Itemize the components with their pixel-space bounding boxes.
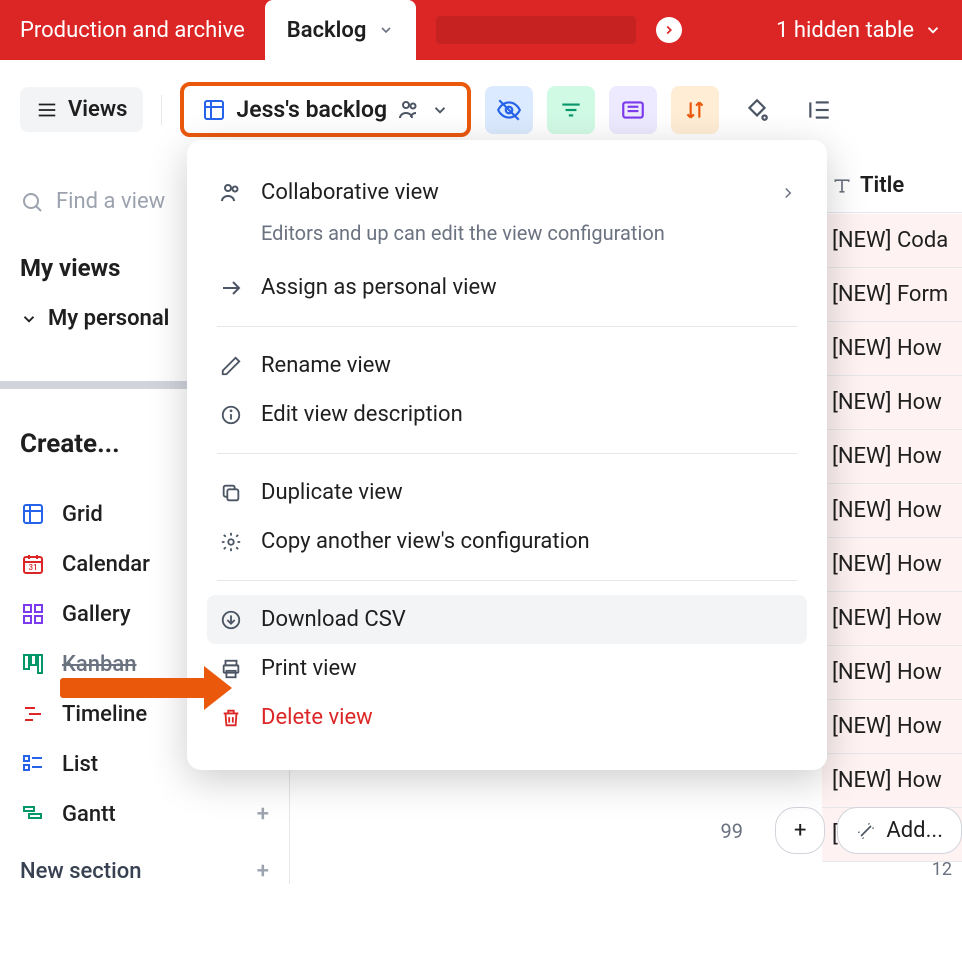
tab-backlog[interactable]: Backlog <box>265 0 417 60</box>
new-section-button[interactable]: New section+ <box>20 859 269 884</box>
gantt-icon <box>20 801 46 827</box>
view-options-menu: Collaborative view Editors and up can ed… <box>187 140 827 770</box>
table-row[interactable]: [NEW] How <box>822 754 962 808</box>
divider <box>217 453 797 454</box>
search-icon <box>20 190 44 214</box>
create-gantt[interactable]: Gantt+ <box>20 789 269 839</box>
timeline-icon <box>20 701 46 727</box>
filter-button[interactable] <box>547 86 595 134</box>
wand-icon <box>856 821 876 841</box>
calendar-icon: 31 <box>20 551 46 577</box>
people-icon <box>397 98 421 122</box>
text-icon <box>832 176 852 196</box>
menu-assign-personal[interactable]: Assign as personal view <box>207 263 807 312</box>
svg-text:31: 31 <box>28 563 37 572</box>
table-row[interactable]: [NEW] How <box>822 646 962 700</box>
divider <box>161 95 162 125</box>
row-height-icon <box>806 97 832 123</box>
table-row[interactable]: [NEW] How <box>822 430 962 484</box>
plus-icon: + <box>257 859 269 884</box>
add-row-button[interactable]: + <box>775 807 825 854</box>
menu-subtitle: Editors and up can edit the view configu… <box>261 221 807 245</box>
grid-icon <box>20 501 46 527</box>
gear-icon <box>217 531 245 553</box>
copy-icon <box>217 482 245 504</box>
info-icon <box>217 404 245 426</box>
sort-button[interactable] <box>671 86 719 134</box>
redacted-area <box>436 16 636 44</box>
menu-print-view[interactable]: Print view <box>207 644 807 693</box>
grid-icon <box>202 98 226 122</box>
color-button[interactable] <box>733 86 781 134</box>
eye-off-icon <box>496 97 522 123</box>
table-row[interactable]: [NEW] Form <box>822 268 962 322</box>
table-row[interactable]: [NEW] How <box>822 700 962 754</box>
workspace-name[interactable]: Production and archive <box>20 18 245 43</box>
table-row[interactable]: [NEW] Coda <box>822 214 962 268</box>
menu-duplicate-view[interactable]: Duplicate view <box>207 468 807 517</box>
plus-icon[interactable]: + <box>257 802 269 827</box>
divider <box>217 326 797 327</box>
group-icon <box>620 97 646 123</box>
table-row[interactable]: [NEW] How <box>822 376 962 430</box>
kanban-icon <box>20 651 46 677</box>
column-header-title[interactable]: Title <box>822 159 962 213</box>
pencil-icon <box>217 355 245 377</box>
add-field-button[interactable]: Add... <box>837 807 962 854</box>
people-icon <box>217 181 245 205</box>
filter-icon <box>558 97 584 123</box>
hidden-tables-button[interactable]: 1 hidden table <box>776 18 942 43</box>
menu-download-csv[interactable]: Download CSV <box>207 595 807 644</box>
hide-fields-button[interactable] <box>485 86 533 134</box>
chevron-right-icon <box>779 184 797 202</box>
chevron-down-icon <box>20 310 38 328</box>
download-icon <box>217 609 245 631</box>
tab-label: Backlog <box>287 18 367 43</box>
menu-copy-config[interactable]: Copy another view's configuration <box>207 517 807 566</box>
view-name: Jess's backlog <box>236 96 387 123</box>
row-height-button[interactable] <box>795 86 843 134</box>
next-arrow-icon[interactable] <box>656 17 682 43</box>
current-view-chip[interactable]: Jess's backlog <box>180 82 471 137</box>
chevron-down-icon <box>924 21 942 39</box>
arrow-right-icon <box>217 276 245 300</box>
list-icon <box>20 751 46 777</box>
menu-edit-description[interactable]: Edit view description <box>207 390 807 439</box>
row-count: 12 <box>932 859 952 880</box>
menu-rename-view[interactable]: Rename view <box>207 341 807 390</box>
table-row[interactable]: [NEW] How <box>822 322 962 376</box>
menu-collaborative-view[interactable]: Collaborative view <box>207 168 807 217</box>
group-button[interactable] <box>609 86 657 134</box>
hamburger-icon <box>36 99 58 121</box>
top-bar: Production and archive Backlog 1 hidden … <box>0 0 962 60</box>
menu-delete-view[interactable]: Delete view <box>207 693 807 742</box>
divider <box>217 580 797 581</box>
table-row[interactable]: [NEW] How <box>822 538 962 592</box>
chevron-down-icon <box>431 101 449 119</box>
views-button[interactable]: Views <box>20 87 143 132</box>
annotation-arrow <box>60 678 210 698</box>
chevron-down-icon <box>378 22 394 38</box>
table-row[interactable]: [NEW] How <box>822 592 962 646</box>
plus-icon: + <box>794 818 806 843</box>
gallery-icon <box>20 601 46 627</box>
row-number: 99 <box>720 819 742 843</box>
sort-icon <box>682 97 708 123</box>
paint-icon <box>744 97 770 123</box>
table-row[interactable]: [NEW] How <box>822 484 962 538</box>
